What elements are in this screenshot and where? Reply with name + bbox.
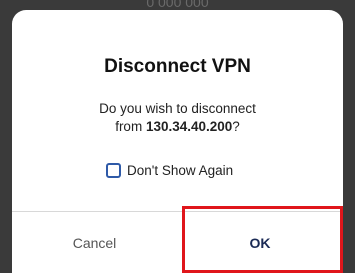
dialog-message: Do you wish to disconnect from 130.34.40… <box>12 100 343 136</box>
dont-show-again-option[interactable]: Don't Show Again <box>106 163 233 178</box>
message-from-text: from <box>115 119 146 134</box>
message-line-1: Do you wish to disconnect <box>99 101 256 116</box>
ip-address: 130.34.40.200 <box>145 119 233 134</box>
ok-button[interactable]: OK <box>177 212 343 273</box>
dont-show-again-label: Don't Show Again <box>127 163 234 178</box>
disconnect-vpn-dialog: Disconnect VPN Do you wish to disconnect… <box>12 10 343 273</box>
background-partial-text: 0 000 000 <box>146 0 209 10</box>
dont-show-again-checkbox[interactable] <box>106 163 121 178</box>
dialog-title: Disconnect VPN <box>104 56 251 77</box>
cancel-button[interactable]: Cancel <box>12 212 177 273</box>
message-question-mark: ? <box>232 119 240 134</box>
message-line-2: from 130.34.40.200? <box>12 118 343 136</box>
